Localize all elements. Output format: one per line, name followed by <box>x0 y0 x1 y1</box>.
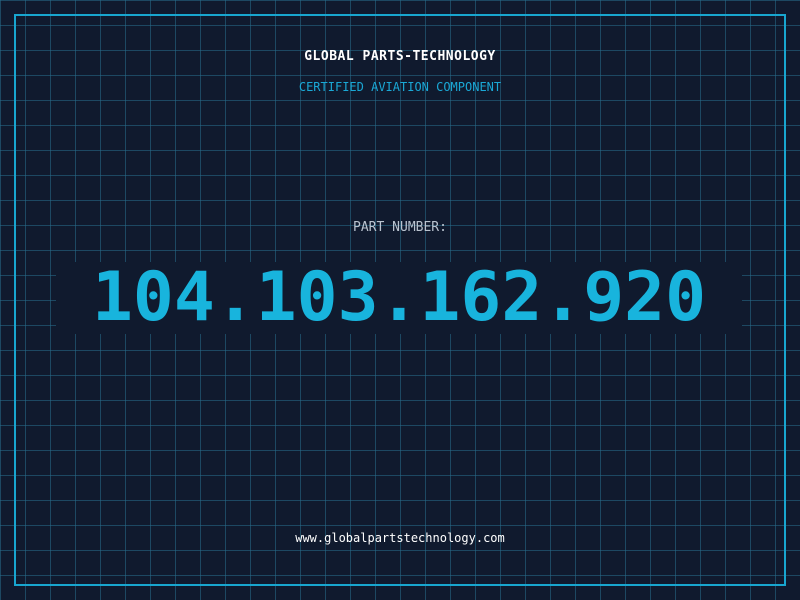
part-number-panel: 104.103.162.920 <box>56 262 742 334</box>
part-number-label: PART NUMBER: <box>353 220 447 235</box>
website-url: www.globalpartstechnology.com <box>295 531 505 545</box>
part-number-value: 104.103.162.920 <box>91 258 707 337</box>
certification-subtitle: CERTIFIED AVIATION COMPONENT <box>298 80 502 94</box>
company-name: GLOBAL PARTS-TECHNOLOGY <box>304 49 496 64</box>
label-canvas: GLOBAL PARTS-TECHNOLOGY CERTIFIED AVIATI… <box>0 0 800 600</box>
